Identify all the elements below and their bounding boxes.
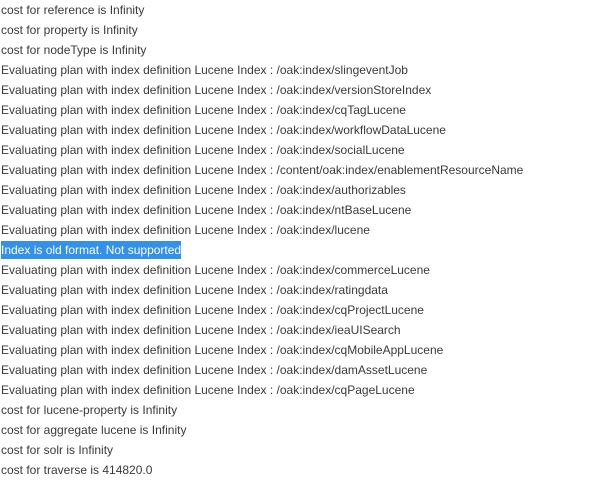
log-line: Evaluating plan with index definition Lu… bbox=[0, 360, 614, 380]
log-line: Evaluating plan with index definition Lu… bbox=[0, 80, 614, 100]
log-line-text: Evaluating plan with index definition Lu… bbox=[1, 143, 405, 157]
log-line-text: Evaluating plan with index definition Lu… bbox=[1, 283, 388, 297]
selected-text[interactable]: Index is old format. Not supported bbox=[1, 241, 182, 259]
log-line-text: cost for property is Infinity bbox=[1, 23, 138, 37]
log-line-text: Evaluating plan with index definition Lu… bbox=[1, 63, 408, 77]
log-line: Evaluating plan with index definition Lu… bbox=[0, 340, 614, 360]
log-line: cost for solr is Infinity bbox=[0, 440, 614, 460]
log-line: Evaluating plan with index definition Lu… bbox=[0, 280, 614, 300]
log-line: cost for aggregate lucene is Infinity bbox=[0, 420, 614, 440]
log-output: cost for reference is Infinity cost for … bbox=[0, 0, 614, 479]
log-line: Evaluating plan with index definition Lu… bbox=[0, 100, 614, 120]
log-line: Evaluating plan with index definition Lu… bbox=[0, 300, 614, 320]
log-line: cost for property is Infinity bbox=[0, 20, 614, 40]
log-line-text: Evaluating plan with index definition Lu… bbox=[1, 83, 432, 97]
log-line-text: Evaluating plan with index definition Lu… bbox=[1, 123, 446, 137]
log-line: Evaluating plan with index definition Lu… bbox=[0, 180, 614, 200]
log-line-text: Evaluating plan with index definition Lu… bbox=[1, 363, 428, 377]
log-line-text: cost for nodeType is Infinity bbox=[1, 43, 147, 57]
log-line: Evaluating plan with index definition Lu… bbox=[0, 140, 614, 160]
log-line-text: Evaluating plan with index definition Lu… bbox=[1, 203, 412, 217]
log-line: Evaluating plan with index definition Lu… bbox=[0, 320, 614, 340]
log-line-text: cost for lucene-property is Infinity bbox=[1, 403, 178, 417]
log-line-text: cost for traverse is 414820.0 bbox=[1, 463, 153, 477]
log-line-text: Evaluating plan with index definition Lu… bbox=[1, 383, 415, 397]
log-line: Evaluating plan with index definition Lu… bbox=[0, 60, 614, 80]
log-line: Evaluating plan with index definition Lu… bbox=[0, 260, 614, 280]
log-line-text: Evaluating plan with index definition Lu… bbox=[1, 103, 406, 117]
log-line: Evaluating plan with index definition Lu… bbox=[0, 120, 614, 140]
log-line: cost for lucene-property is Infinity bbox=[0, 400, 614, 420]
log-line-text: cost for reference is Infinity bbox=[1, 3, 145, 17]
log-line: cost for traverse is 414820.0 bbox=[0, 460, 614, 480]
log-line: Evaluating plan with index definition Lu… bbox=[0, 380, 614, 400]
log-line-selected[interactable]: Index is old format. Not supported bbox=[0, 240, 614, 260]
log-line-text: Evaluating plan with index definition Lu… bbox=[1, 343, 444, 357]
log-line-text: Evaluating plan with index definition Lu… bbox=[1, 163, 524, 177]
log-line: cost for nodeType is Infinity bbox=[0, 40, 614, 60]
log-line-text: Evaluating plan with index definition Lu… bbox=[1, 323, 401, 337]
log-line-text: cost for solr is Infinity bbox=[1, 443, 114, 457]
log-line-text: Evaluating plan with index definition Lu… bbox=[1, 303, 424, 317]
log-line: Evaluating plan with index definition Lu… bbox=[0, 160, 614, 180]
log-line-text: Evaluating plan with index definition Lu… bbox=[1, 223, 370, 237]
log-line-text: Evaluating plan with index definition Lu… bbox=[1, 183, 406, 197]
log-line: Evaluating plan with index definition Lu… bbox=[0, 220, 614, 240]
log-line-text: cost for aggregate lucene is Infinity bbox=[1, 423, 187, 437]
log-line: cost for reference is Infinity bbox=[0, 0, 614, 20]
log-line-text: Evaluating plan with index definition Lu… bbox=[1, 263, 430, 277]
log-line: Evaluating plan with index definition Lu… bbox=[0, 200, 614, 220]
